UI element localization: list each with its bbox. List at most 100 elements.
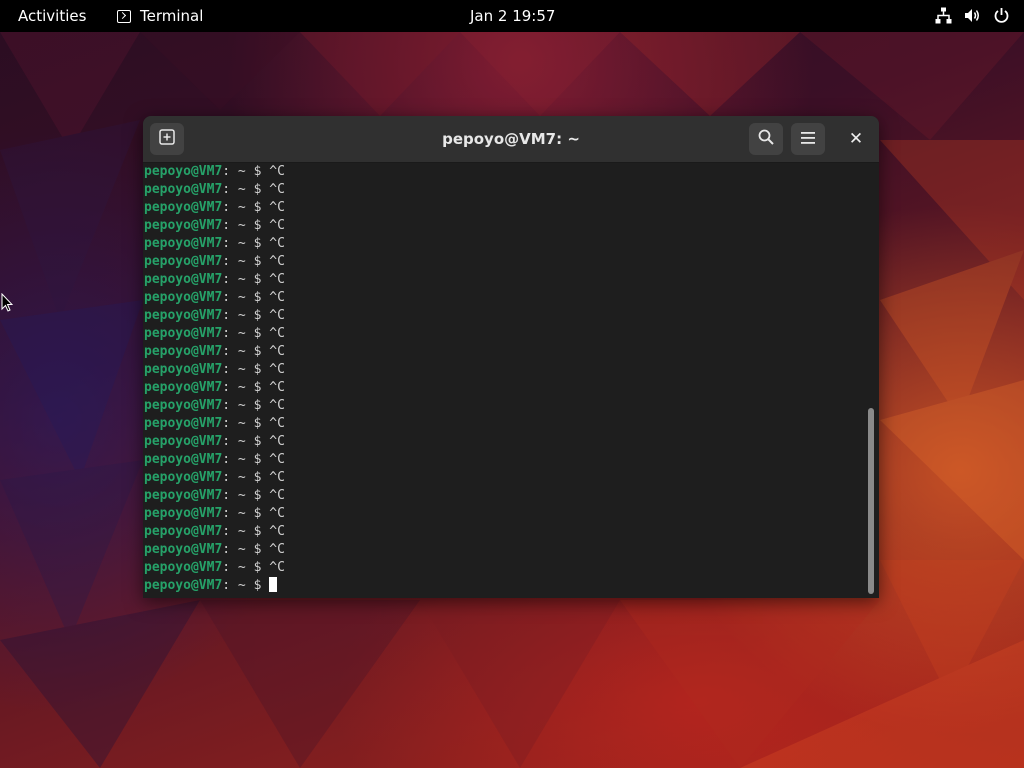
terminal-line: pepoyo@VM7: ~ $ — [144, 577, 864, 595]
prompt-user-host: pepoyo@VM7 — [144, 542, 223, 557]
prompt-path: ~ — [230, 560, 246, 575]
prompt-path: ~ — [230, 542, 246, 557]
prompt-separator: : — [222, 398, 231, 413]
prompt-separator: : — [222, 416, 231, 431]
prompt-separator: : — [222, 164, 231, 179]
terminal-cursor — [269, 577, 278, 592]
close-button[interactable]: ✕ — [839, 123, 873, 155]
prompt-symbol: $ — [245, 308, 270, 323]
terminal-command-text: ^C — [269, 326, 285, 341]
prompt-symbol: $ — [245, 272, 270, 287]
prompt-symbol: $ — [245, 290, 270, 305]
prompt-user-host: pepoyo@VM7 — [144, 560, 223, 575]
prompt-path: ~ — [230, 578, 246, 593]
prompt-path: ~ — [230, 398, 246, 413]
terminal-command-text: ^C — [269, 506, 285, 521]
terminal-line: pepoyo@VM7: ~ $ ^C — [144, 505, 864, 523]
prompt-separator: : — [222, 434, 231, 449]
prompt-user-host: pepoyo@VM7 — [144, 380, 223, 395]
terminal-line: pepoyo@VM7: ~ $ ^C — [144, 235, 864, 253]
terminal-command-text: ^C — [269, 254, 285, 269]
prompt-user-host: pepoyo@VM7 — [144, 362, 223, 377]
prompt-path: ~ — [230, 236, 246, 251]
prompt-user-host: pepoyo@VM7 — [144, 488, 223, 503]
terminal-output[interactable]: pepoyo@VM7: ~ $ ^C pepoyo@VM7: ~ $ ^C pepo… — [143, 163, 864, 598]
prompt-path: ~ — [230, 200, 246, 215]
terminal-command-text: ^C — [269, 380, 285, 395]
scrollbar-thumb[interactable] — [868, 408, 874, 594]
network-icon[interactable] — [935, 7, 952, 24]
app-menu-label: Terminal — [140, 7, 204, 25]
terminal-line: pepoyo@VM7: ~ $ ^C — [144, 397, 864, 415]
terminal-line: pepoyo@VM7: ~ $ ^C — [144, 199, 864, 217]
terminal-command-text: ^C — [269, 560, 285, 575]
prompt-user-host: pepoyo@VM7 — [144, 398, 223, 413]
activities-button[interactable]: Activities — [18, 7, 86, 25]
clock[interactable]: Jan 2 19:57 — [470, 7, 555, 25]
prompt-symbol: $ — [245, 254, 270, 269]
terminal-line: pepoyo@VM7: ~ $ ^C — [144, 379, 864, 397]
terminal-line: pepoyo@VM7: ~ $ ^C — [144, 433, 864, 451]
prompt-separator: : — [222, 362, 231, 377]
prompt-separator: : — [222, 506, 231, 521]
prompt-user-host: pepoyo@VM7 — [144, 416, 223, 431]
prompt-symbol: $ — [245, 164, 270, 179]
prompt-user-host: pepoyo@VM7 — [144, 326, 223, 341]
terminal-command-text: ^C — [269, 452, 285, 467]
prompt-symbol: $ — [245, 452, 270, 467]
prompt-symbol: $ — [245, 506, 270, 521]
terminal-command-text: ^C — [269, 200, 285, 215]
terminal-command-text: ^C — [269, 164, 285, 179]
prompt-user-host: pepoyo@VM7 — [144, 434, 223, 449]
terminal-command-text: ^C — [269, 434, 285, 449]
prompt-user-host: pepoyo@VM7 — [144, 200, 223, 215]
prompt-separator: : — [222, 560, 231, 575]
prompt-user-host: pepoyo@VM7 — [144, 290, 223, 305]
prompt-symbol: $ — [245, 434, 270, 449]
prompt-user-host: pepoyo@VM7 — [144, 344, 223, 359]
prompt-symbol: $ — [245, 524, 270, 539]
terminal-line: pepoyo@VM7: ~ $ ^C — [144, 325, 864, 343]
prompt-separator: : — [222, 236, 231, 251]
prompt-symbol: $ — [245, 200, 270, 215]
terminal-line: pepoyo@VM7: ~ $ ^C — [144, 307, 864, 325]
prompt-separator: : — [222, 200, 231, 215]
terminal-line: pepoyo@VM7: ~ $ ^C — [144, 415, 864, 433]
main-menu-button[interactable] — [791, 123, 825, 155]
search-button[interactable] — [749, 123, 783, 155]
prompt-path: ~ — [230, 290, 246, 305]
prompt-separator: : — [222, 182, 231, 197]
prompt-separator: : — [222, 524, 231, 539]
prompt-symbol: $ — [245, 416, 270, 431]
prompt-separator: : — [222, 452, 231, 467]
prompt-separator: : — [222, 380, 231, 395]
terminal-command-text: ^C — [269, 344, 285, 359]
terminal-line: pepoyo@VM7: ~ $ ^C — [144, 559, 864, 577]
prompt-separator: : — [222, 344, 231, 359]
terminal-command-text: ^C — [269, 290, 285, 305]
terminal-line: pepoyo@VM7: ~ $ ^C — [144, 487, 864, 505]
prompt-user-host: pepoyo@VM7 — [144, 236, 223, 251]
prompt-path: ~ — [230, 380, 246, 395]
terminal-line: pepoyo@VM7: ~ $ ^C — [144, 451, 864, 469]
prompt-separator: : — [222, 308, 231, 323]
terminal-app-icon — [117, 9, 131, 23]
terminal-line: pepoyo@VM7: ~ $ ^C — [144, 289, 864, 307]
prompt-user-host: pepoyo@VM7 — [144, 470, 223, 485]
app-menu-terminal[interactable]: Terminal — [117, 7, 203, 25]
system-tray[interactable] — [935, 7, 1010, 24]
prompt-path: ~ — [230, 254, 246, 269]
terminal-line: pepoyo@VM7: ~ $ ^C — [144, 469, 864, 487]
volume-icon[interactable] — [964, 7, 981, 24]
terminal-window[interactable]: pepoyo@VM7: ~ ✕ pepoyo@VM7: ~ $ ^Cpepoy — [143, 116, 879, 598]
terminal-command-text: ^C — [269, 182, 285, 197]
prompt-user-host: pepoyo@VM7 — [144, 524, 223, 539]
power-icon[interactable] — [993, 7, 1010, 24]
terminal-line: pepoyo@VM7: ~ $ ^C — [144, 541, 864, 559]
terminal-command-text: ^C — [269, 488, 285, 503]
window-titlebar[interactable]: pepoyo@VM7: ~ ✕ — [143, 116, 879, 163]
terminal-line: pepoyo@VM7: ~ $ ^C — [144, 271, 864, 289]
prompt-symbol: $ — [245, 470, 270, 485]
terminal-command-text: ^C — [269, 236, 285, 251]
search-icon — [758, 129, 774, 149]
